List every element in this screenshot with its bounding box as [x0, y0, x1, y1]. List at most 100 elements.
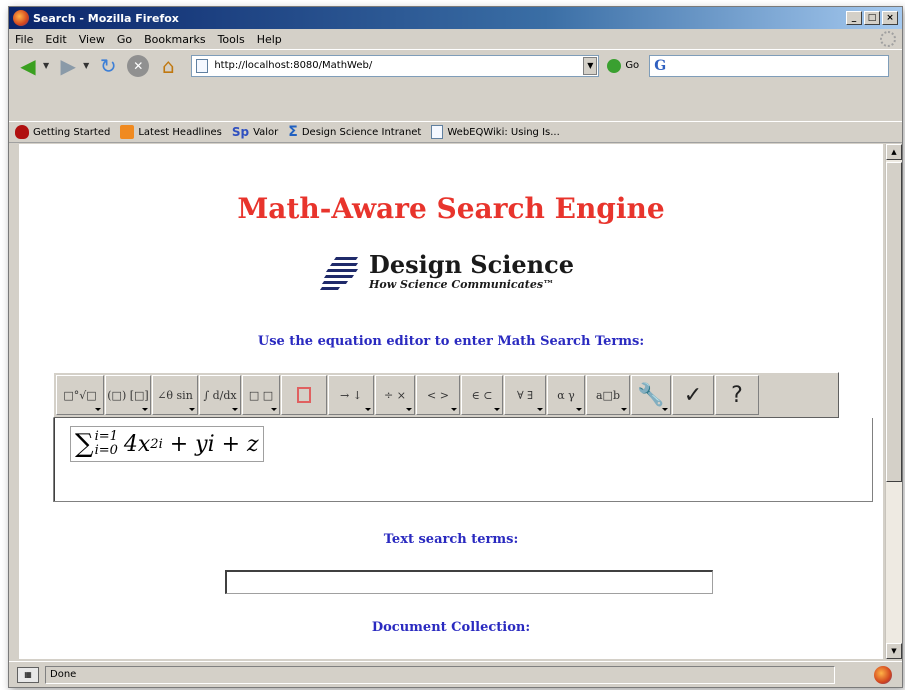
search-engine-icon[interactable]: G — [654, 58, 666, 74]
formula-rest: + yi + z — [162, 431, 259, 457]
menu-file[interactable]: File — [15, 33, 33, 46]
bookmark-getting-started[interactable]: Getting Started — [15, 125, 110, 139]
box-icon — [297, 387, 311, 403]
formula-lower-limit: i=0 — [94, 443, 118, 458]
page-title: Math-Aware Search Engine — [237, 192, 665, 225]
menu-help[interactable]: Help — [257, 33, 282, 46]
vertical-scrollbar[interactable]: ▲ ▼ — [885, 144, 902, 659]
symbol-relations-button[interactable]: < > — [416, 375, 460, 415]
logo-mark-icon — [319, 253, 365, 291]
menu-tools[interactable]: Tools — [218, 33, 245, 46]
minimize-button[interactable]: _ — [846, 11, 862, 25]
help-icon: ? — [731, 382, 743, 408]
symbol-greek-button[interactable]: α γ — [547, 375, 585, 415]
symbol-arrows-button[interactable]: → ↓ — [328, 375, 374, 415]
equation-toolbar: □°√□ (□) [□] ∠θ sin ∫ d/dx □ □ → ↓ ÷ × <… — [53, 372, 839, 418]
symbol-operators-button[interactable]: ÷ × — [375, 375, 415, 415]
equation-formula[interactable]: ∑ i=1 i=0 4x 2i + yi + z — [70, 426, 264, 462]
reload-icon: ↻ — [99, 53, 117, 78]
scroll-down-button[interactable]: ▼ — [886, 643, 902, 659]
bookmarks-toolbar: Getting Started Latest Headlines Sp Valo… — [9, 121, 902, 143]
page-icon — [431, 125, 444, 139]
bookmark-latest-headlines[interactable]: Latest Headlines — [120, 125, 222, 139]
back-arrow-icon: ◀ — [20, 53, 36, 78]
template-matrix-button[interactable]: □ □ — [242, 375, 280, 415]
template-root-button[interactable]: □°√□ — [56, 375, 104, 415]
sp-icon: Sp — [231, 125, 250, 139]
bookmark-webeqwiki[interactable]: WebEQWiki: Using Is... — [431, 125, 560, 139]
browser-window: Search - Mozilla Firefox _ □ × File Edit… — [8, 6, 903, 688]
bookmark-label: Latest Headlines — [138, 126, 222, 138]
menu-edit[interactable]: Edit — [45, 33, 66, 46]
menu-go[interactable]: Go — [117, 33, 132, 46]
formula-exponent: 2i — [150, 436, 163, 452]
bookmark-label: Getting Started — [33, 126, 111, 138]
symbol-spacing-button[interactable]: a□b — [586, 375, 630, 415]
logo-name: Design Science — [369, 250, 574, 279]
status-text: Done — [45, 665, 835, 684]
stop-button[interactable]: ✕ — [125, 53, 151, 79]
search-input[interactable]: G — [649, 54, 890, 77]
navigation-toolbar: ◀ ▼ ▶ ▼ ↻ ✕ ⌂ http://localhost:8080/Math… — [9, 49, 902, 81]
equation-editor[interactable]: ∑ i=1 i=0 4x 2i + yi + z — [53, 418, 873, 502]
document-collection-label: Document Collection: — [371, 620, 531, 635]
formula-upper-limit: i=1 — [94, 429, 118, 444]
symbol-sets-button[interactable]: ∈ ⊂ — [461, 375, 503, 415]
home-button[interactable]: ⌂ — [155, 53, 181, 79]
equation-prompt: Use the equation editor to enter Math Se… — [257, 334, 645, 349]
bookmark-valor[interactable]: Sp Valor — [232, 125, 278, 139]
bookmark-label: Design Science Intranet — [301, 126, 422, 138]
menu-view[interactable]: View — [79, 33, 105, 46]
status-page-icon: ▦ — [17, 666, 39, 683]
firefox-status-icon — [874, 665, 892, 684]
go-icon — [607, 58, 622, 73]
tools-wrench-button[interactable]: 🔧 — [631, 375, 671, 415]
check-button[interactable]: ✓ — [672, 375, 714, 415]
url-history-dropdown[interactable]: ▼ — [583, 56, 598, 75]
text-search-input[interactable] — [225, 570, 713, 594]
template-calculus-button[interactable]: ∫ d/dx — [199, 375, 241, 415]
url-text[interactable]: http://localhost:8080/MathWeb/ — [214, 60, 583, 71]
scroll-up-button[interactable]: ▲ — [886, 144, 902, 160]
help-button[interactable]: ? — [715, 375, 759, 415]
page-content: Math-Aware Search Engine Design Science … — [19, 144, 883, 659]
go-button[interactable]: Go — [607, 58, 640, 73]
go-label: Go — [625, 60, 640, 71]
back-history-dropdown[interactable]: ▼ — [43, 61, 49, 70]
bookmark-label: Valor — [253, 126, 279, 138]
formula-sigma: ∑ — [75, 429, 94, 459]
symbol-logic-button[interactable]: ∀ ∃ — [504, 375, 546, 415]
text-search-label: Text search terms: — [383, 532, 519, 547]
forward-button[interactable]: ▶ — [55, 53, 81, 79]
bookmark-label: WebEQWiki: Using Is... — [447, 126, 560, 138]
address-bar[interactable]: http://localhost:8080/MathWeb/ ▼ — [191, 54, 600, 77]
window-title: Search - Mozilla Firefox — [33, 11, 179, 25]
bookmark-design-science-intranet[interactable]: Σ Design Science Intranet — [288, 124, 421, 140]
template-fence-button[interactable]: (□) [□] — [105, 375, 151, 415]
firefox-bookmark-icon — [15, 125, 29, 139]
template-trig-button[interactable]: ∠θ sin — [152, 375, 198, 415]
status-bar: ▦ Done — [9, 661, 902, 687]
menu-bar: File Edit View Go Bookmarks Tools Help — [9, 29, 902, 49]
rss-icon — [120, 125, 135, 139]
check-icon: ✓ — [683, 382, 703, 408]
menu-bookmarks[interactable]: Bookmarks — [144, 33, 205, 46]
close-button[interactable]: × — [882, 11, 898, 25]
title-bar: Search - Mozilla Firefox _ □ × — [9, 7, 902, 29]
stop-icon: ✕ — [127, 54, 150, 77]
maximize-button[interactable]: □ — [864, 11, 880, 25]
sigma-icon: Σ — [288, 124, 298, 140]
formula-term: 4x — [123, 431, 151, 457]
reload-button[interactable]: ↻ — [95, 53, 121, 79]
forward-arrow-icon: ▶ — [60, 53, 76, 78]
back-button[interactable]: ◀ — [15, 53, 41, 79]
page-icon — [196, 58, 209, 73]
firefox-icon — [13, 10, 29, 26]
forward-history-dropdown[interactable]: ▼ — [83, 61, 89, 70]
throbber-icon — [880, 31, 896, 47]
design-science-logo: Design Science How Science Communicates™ — [319, 250, 574, 291]
home-icon: ⌂ — [161, 53, 175, 78]
wrench-icon: 🔧 — [637, 382, 665, 408]
template-box-button[interactable] — [281, 375, 327, 415]
scroll-thumb[interactable] — [886, 162, 902, 482]
